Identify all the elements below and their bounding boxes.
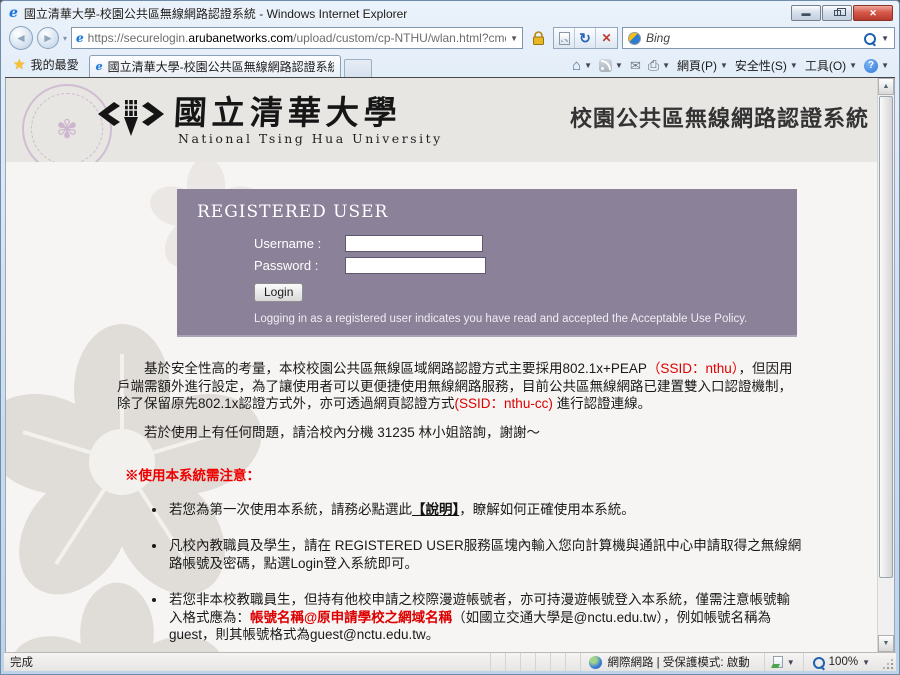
tab-bar: ★ 我的最愛 e 國立清華大學-校園公共區無線網路認證系統 ⌂▼ ▼ ✉ ⎙▼ … xyxy=(5,53,895,78)
scroll-up-button[interactable]: ▲ xyxy=(878,78,894,95)
active-tab[interactable]: e 國立清華大學-校園公共區無線網路認證系統 xyxy=(89,55,341,77)
back-button[interactable]: ◄ xyxy=(9,26,33,50)
stop-icon: ✕ xyxy=(601,31,611,45)
notice-item: 凡校內教職員及學生，請在 REGISTERED USER服務區塊內輸入您向計算機… xyxy=(167,537,803,572)
resize-grip[interactable] xyxy=(882,659,894,671)
security-lock-icon[interactable] xyxy=(527,27,549,49)
page-menu-button[interactable]: 網頁(P)▼ xyxy=(677,57,728,74)
history-dropdown-icon[interactable]: ▾ xyxy=(63,34,67,43)
search-input[interactable]: Bing xyxy=(646,31,858,45)
compatibility-status-icon xyxy=(773,656,783,668)
intro-paragraph: 基於安全性高的考量，本校校園公共區無線區域網路認證方式主要採用802.1x+PE… xyxy=(117,360,803,413)
login-heading: REGISTERED USER xyxy=(177,189,797,222)
scroll-down-button[interactable]: ▼ xyxy=(878,635,894,652)
zoom-control[interactable]: 100% ▼ xyxy=(803,653,878,671)
nthu-emblem-icon xyxy=(98,96,164,142)
username-input[interactable] xyxy=(345,235,483,252)
university-name-en: National Tsing Hua University xyxy=(178,131,443,146)
close-button[interactable]: ✕ xyxy=(853,5,893,21)
address-bar[interactable]: e https://securelogin.arubanetworks.com/… xyxy=(71,27,523,49)
scrollbar-thumb[interactable] xyxy=(879,96,893,578)
page-banner: ✾ 國立清華大學 National Tsing Hua University 校… xyxy=(6,78,877,162)
favorites-label: 我的最愛 xyxy=(31,56,79,73)
print-button[interactable]: ⎙▼ xyxy=(648,57,670,74)
navigation-bar: ◄ ► ▾ e https://securelogin.arubanetwork… xyxy=(5,23,895,53)
vertical-scrollbar[interactable]: ▲ ▼ xyxy=(877,78,894,652)
notice-item: 若您非本校教職員生，但持有他校申請之校際漫遊帳號者，亦可持漫遊帳號登入本系統，僅… xyxy=(167,591,803,644)
command-bar: ⌂▼ ▼ ✉ ⎙▼ 網頁(P)▼ 安全性(S)▼ 工具(O)▼ ?▼ xyxy=(572,57,893,77)
url-text[interactable]: https://securelogin.arubanetworks.com/up… xyxy=(88,31,506,45)
ssid-nthu-text: （SSID：nthu） xyxy=(647,361,739,376)
notice-list: 若您為第一次使用本系統，請務必點選此【說明】，瞭解如何正確使用本系統。 凡校內教… xyxy=(167,501,803,653)
restore-button[interactable] xyxy=(822,5,852,21)
search-box[interactable]: Bing ▼ xyxy=(622,27,895,49)
page-favicon-icon: e xyxy=(76,31,84,45)
bing-logo-icon xyxy=(628,32,641,45)
page-viewport: ✾ 國立清華大學 National Tsing Hua University 校… xyxy=(5,78,895,652)
ssid-nthu-cc-text: (SSID：nthu-cc) xyxy=(455,396,553,411)
password-label: Password : xyxy=(254,258,345,273)
scrollbar-track[interactable] xyxy=(878,579,894,635)
page-body: REGISTERED USER Username : Password : Lo… xyxy=(6,189,877,652)
forward-button[interactable]: ► xyxy=(37,27,59,49)
system-title: 校園公共區無線網路認證系統 xyxy=(570,101,869,133)
username-label: Username : xyxy=(254,236,345,251)
search-icon[interactable] xyxy=(863,32,876,45)
address-dropdown-icon[interactable]: ▼ xyxy=(510,34,518,43)
university-name-zh: 國立清華大學 xyxy=(173,86,404,134)
page-text: 基於安全性高的考量，本校校園公共區無線區域網路認證方式主要採用802.1x+PE… xyxy=(6,337,877,652)
titlebar: e 國立清華大學-校園公共區無線網路認證系統 - Windows Interne… xyxy=(5,1,895,23)
stop-button[interactable]: ✕ xyxy=(596,28,617,48)
compatibility-status-button[interactable]: ▼ xyxy=(764,653,803,671)
home-icon: ⌂ xyxy=(572,57,581,74)
roaming-format-text: 帳號名稱@原申請學校之網域名稱 xyxy=(250,610,452,625)
printer-icon: ⎙ xyxy=(648,57,659,74)
notice-item: 若您為第一次使用本系統，請務必點選此【說明】，瞭解如何正確使用本系統。 xyxy=(167,501,803,519)
restore-icon xyxy=(834,10,841,16)
refresh-button[interactable]: ↻ xyxy=(575,28,596,48)
mail-icon: ✉ xyxy=(630,58,641,74)
tab-title: 國立清華大學-校園公共區無線網路認證系統 xyxy=(108,58,334,75)
feeds-button[interactable]: ▼ xyxy=(599,59,623,72)
window-title: 國立清華大學-校園公共區無線網路認證系統 - Windows Internet … xyxy=(24,5,407,22)
browser-window: e 國立清華大學-校園公共區無線網路認證系統 - Windows Interne… xyxy=(0,0,900,675)
search-dropdown-icon[interactable]: ▼ xyxy=(881,34,889,43)
safety-menu-button[interactable]: 安全性(S)▼ xyxy=(735,57,798,74)
zoom-level: 100% xyxy=(829,656,858,668)
help-link[interactable]: 【說明】 xyxy=(412,502,459,517)
internet-zone-icon xyxy=(589,656,602,669)
security-zone: 網際網路 | 受保護模式: 啟動 xyxy=(580,653,763,671)
contact-paragraph: 若於使用上有任何問題，請洽校內分機 31235 林小姐諮詢，謝謝～ xyxy=(117,424,803,442)
help-icon: ? xyxy=(864,59,878,73)
favorites-button[interactable]: ★ 我的最愛 xyxy=(7,56,89,77)
compatibility-view-button[interactable] xyxy=(554,28,575,48)
read-mail-button[interactable]: ✉ xyxy=(630,58,641,74)
zone-text: 網際網路 | 受保護模式: 啟動 xyxy=(607,654,749,670)
new-tab-button[interactable] xyxy=(344,59,372,77)
page-tools-group: ↻ ✕ xyxy=(553,27,618,49)
web-page: ✾ 國立清華大學 National Tsing Hua University 校… xyxy=(6,78,877,652)
password-input[interactable] xyxy=(345,257,486,274)
home-button[interactable]: ⌂▼ xyxy=(572,57,592,74)
ie-logo-icon: e xyxy=(9,6,18,20)
minimize-button[interactable]: ▬ xyxy=(791,5,821,21)
favorites-star-icon: ★ xyxy=(13,56,26,73)
compatibility-icon xyxy=(559,32,570,45)
refresh-icon: ↻ xyxy=(579,30,591,47)
window-frame-bottom xyxy=(5,671,895,674)
tab-favicon-icon: e xyxy=(96,60,103,74)
status-bar: 完成 網際網路 | 受保護模式: 啟動 ▼ 100% ▼ xyxy=(4,652,896,671)
status-text: 完成 xyxy=(4,654,490,670)
help-button[interactable]: ?▼ xyxy=(864,59,889,73)
notice-heading: ※使用本系統需注意： xyxy=(125,467,803,485)
login-button[interactable]: Login xyxy=(254,283,303,302)
rss-icon xyxy=(599,59,612,72)
zoom-icon xyxy=(812,656,825,669)
tools-menu-button[interactable]: 工具(O)▼ xyxy=(805,57,857,74)
login-panel: REGISTERED USER Username : Password : Lo… xyxy=(177,189,797,337)
policy-note: Logging in as a registered user indicate… xyxy=(254,313,797,325)
